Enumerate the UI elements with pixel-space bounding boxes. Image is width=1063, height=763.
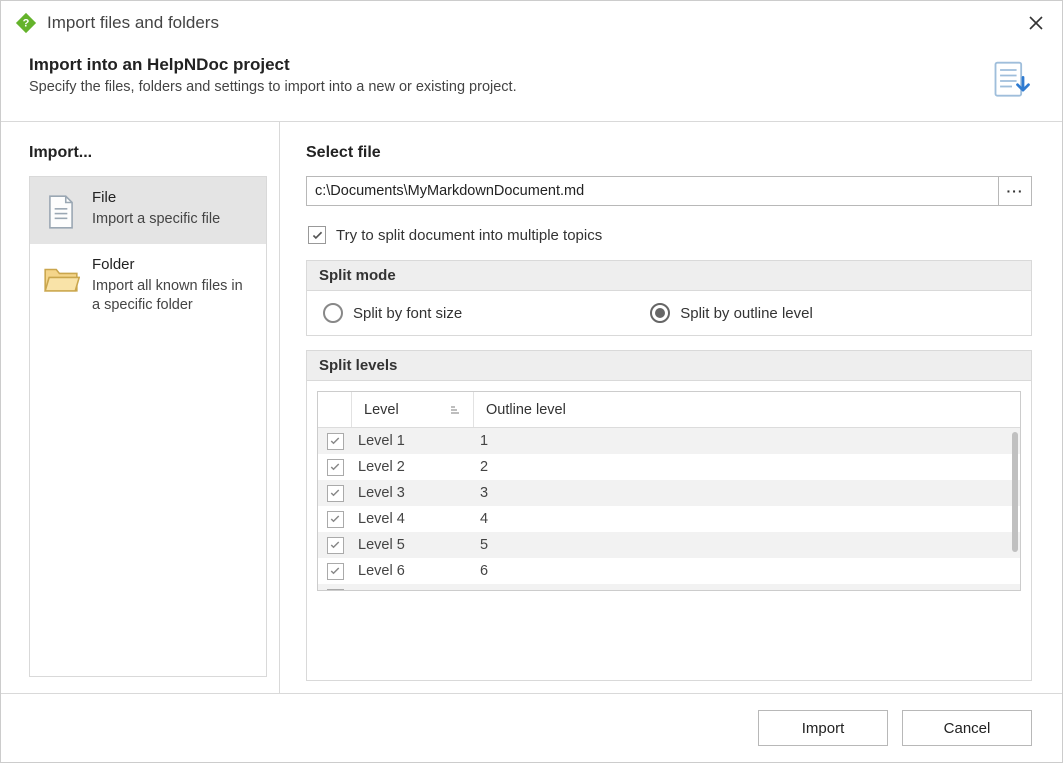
- split-by-font-size-option[interactable]: Split by font size: [323, 303, 462, 323]
- select-file-heading: Select file: [306, 144, 1032, 162]
- row-checkbox-cell[interactable]: [318, 563, 352, 580]
- row-checkbox[interactable]: [327, 563, 344, 580]
- row-outline-cell: 1: [474, 433, 1020, 449]
- radio-button[interactable]: [323, 303, 343, 323]
- main-panel: Select file ··· Try to split document in…: [280, 122, 1062, 693]
- sidebar-item-file[interactable]: File Import a specific file: [30, 177, 266, 244]
- checkmark-icon: [329, 435, 341, 447]
- folder-icon: [42, 260, 80, 298]
- split-document-label: Try to split document into multiple topi…: [336, 227, 602, 244]
- split-by-outline-level-option[interactable]: Split by outline level: [650, 303, 813, 323]
- document-import-icon: [990, 59, 1034, 103]
- file-icon: [42, 193, 80, 231]
- row-checkbox-cell[interactable]: [318, 459, 352, 476]
- split-levels-group: Split levels Level: [306, 350, 1032, 681]
- scrollbar[interactable]: [1012, 432, 1018, 552]
- checkmark-icon: [311, 229, 324, 242]
- row-level-cell: Level 5: [352, 537, 474, 553]
- dialog-window: ? Import files and folders Import into a…: [0, 0, 1063, 763]
- window-title: Import files and folders: [47, 13, 1024, 33]
- split-document-checkbox[interactable]: [308, 226, 326, 244]
- close-button[interactable]: [1024, 11, 1048, 35]
- row-checkbox-cell[interactable]: [318, 537, 352, 554]
- row-checkbox[interactable]: [327, 511, 344, 528]
- svg-text:?: ?: [23, 18, 30, 30]
- sidebar-item-folder[interactable]: Folder Import all known files in a speci…: [30, 244, 266, 327]
- ellipsis-icon: ···: [1007, 183, 1024, 199]
- titlebar: ? Import files and folders: [1, 1, 1062, 47]
- split-mode-heading: Split mode: [307, 261, 1031, 291]
- split-levels-heading: Split levels: [307, 351, 1031, 381]
- file-path-row: ···: [306, 176, 1032, 206]
- sidebar-heading: Import...: [29, 144, 267, 162]
- sidebar-item-title: Folder: [92, 256, 254, 275]
- split-mode-group: Split mode Split by font size Split by o…: [306, 260, 1032, 336]
- header-heading: Import into an HelpNDoc project: [29, 55, 974, 75]
- column-header-outline[interactable]: Outline level: [474, 392, 1020, 427]
- checkmark-icon: [329, 487, 341, 499]
- row-level-cell: Level 2: [352, 459, 474, 475]
- row-outline-cell: 2: [474, 459, 1020, 475]
- sort-ascending-icon: [449, 405, 461, 415]
- table-row[interactable]: Level 66: [318, 558, 1020, 584]
- row-level-cell: Level 7: [352, 589, 474, 591]
- column-header-level[interactable]: Level: [352, 392, 474, 427]
- sidebar-item-desc: Import a specific file: [92, 211, 220, 227]
- table-header-row: Level Outline level: [318, 392, 1020, 428]
- row-outline-cell: 3: [474, 485, 1020, 501]
- split-document-option[interactable]: Try to split document into multiple topi…: [308, 226, 1032, 244]
- row-checkbox[interactable]: [327, 433, 344, 450]
- row-level-cell: Level 1: [352, 433, 474, 449]
- row-outline-cell: 6: [474, 563, 1020, 579]
- dialog-body: Import... File Import a specific file: [1, 121, 1062, 693]
- row-checkbox-cell[interactable]: [318, 511, 352, 528]
- row-outline-cell: 7: [474, 589, 1020, 591]
- column-header-label: Outline level: [486, 402, 566, 418]
- close-icon: [1028, 15, 1044, 31]
- radio-label: Split by font size: [353, 305, 462, 322]
- sidebar: Import... File Import a specific file: [1, 122, 279, 693]
- app-icon: ?: [15, 12, 37, 34]
- row-checkbox[interactable]: [327, 537, 344, 554]
- row-checkbox[interactable]: [327, 459, 344, 476]
- row-checkbox-cell[interactable]: [318, 485, 352, 502]
- row-checkbox[interactable]: [327, 485, 344, 502]
- checkmark-icon: [329, 539, 341, 551]
- header-subtitle: Specify the files, folders and settings …: [29, 79, 974, 95]
- file-path-input[interactable]: [306, 176, 998, 206]
- table-row[interactable]: Level 44: [318, 506, 1020, 532]
- radio-label: Split by outline level: [680, 305, 813, 322]
- column-header-label: Level: [364, 402, 399, 418]
- table-row[interactable]: Level 22: [318, 454, 1020, 480]
- table-row[interactable]: Level 11: [318, 428, 1020, 454]
- row-outline-cell: 4: [474, 511, 1020, 527]
- checkmark-icon: [329, 513, 341, 525]
- browse-button[interactable]: ···: [998, 176, 1032, 206]
- import-button[interactable]: Import: [758, 710, 888, 746]
- radio-button[interactable]: [650, 303, 670, 323]
- row-level-cell: Level 4: [352, 511, 474, 527]
- table-row[interactable]: Level 55: [318, 532, 1020, 558]
- table-row[interactable]: Level 33: [318, 480, 1020, 506]
- checkmark-icon: [329, 565, 341, 577]
- row-level-cell: Level 6: [352, 563, 474, 579]
- checkmark-icon: [329, 461, 341, 473]
- row-checkbox-cell[interactable]: [318, 589, 352, 592]
- row-level-cell: Level 3: [352, 485, 474, 501]
- table-body[interactable]: Level 11Level 22Level 33Level 44Level 55…: [318, 428, 1020, 591]
- row-checkbox-cell[interactable]: [318, 433, 352, 450]
- cancel-button[interactable]: Cancel: [902, 710, 1032, 746]
- sidebar-list: File Import a specific file Folder Impor…: [29, 176, 267, 677]
- split-levels-table: Level Outline level: [317, 391, 1021, 591]
- dialog-footer: Import Cancel: [1, 693, 1062, 762]
- table-row[interactable]: Level 77: [318, 584, 1020, 591]
- column-header-check[interactable]: [318, 392, 352, 427]
- row-checkbox[interactable]: [327, 589, 344, 592]
- row-outline-cell: 5: [474, 537, 1020, 553]
- sidebar-item-desc: Import all known files in a specific fol…: [92, 278, 243, 313]
- sidebar-item-title: File: [92, 189, 220, 208]
- header: Import into an HelpNDoc project Specify …: [1, 47, 1062, 121]
